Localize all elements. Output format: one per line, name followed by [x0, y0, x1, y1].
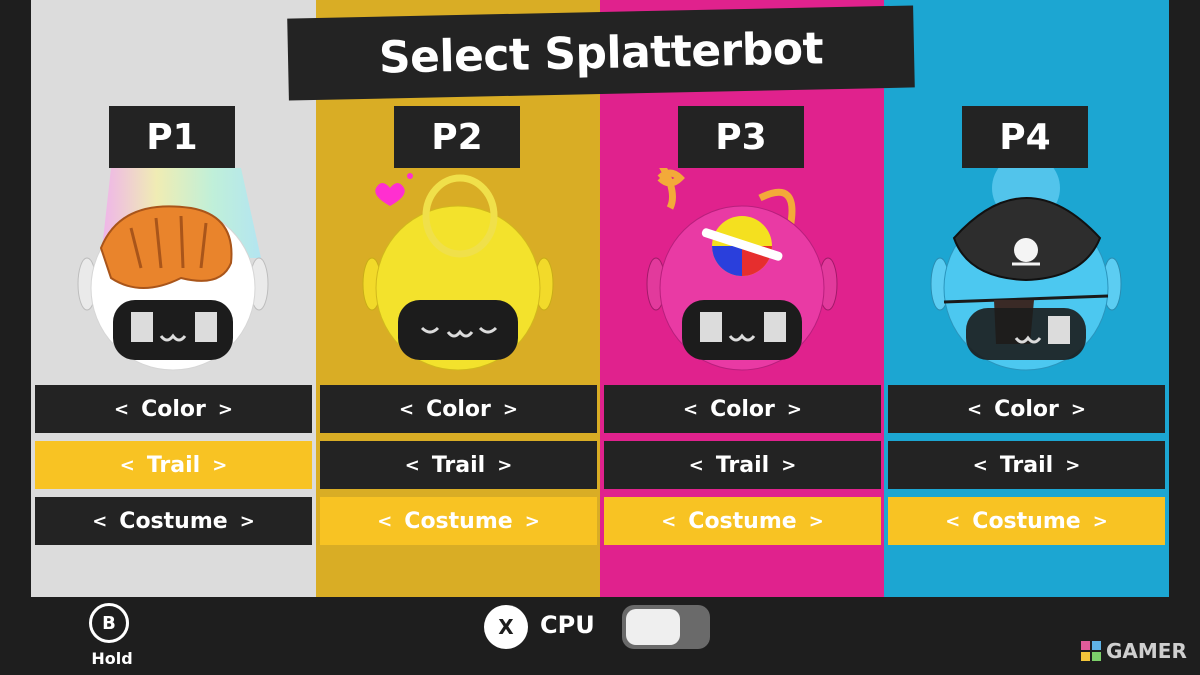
- left-arrow-icon[interactable]: <: [689, 455, 704, 476]
- left-arrow-icon[interactable]: <: [405, 455, 420, 476]
- trail-option[interactable]: < Trail >: [888, 441, 1165, 489]
- x-button-icon[interactable]: X: [484, 605, 528, 649]
- title-banner: Select Splatterbot: [287, 5, 915, 101]
- right-arrow-icon[interactable]: >: [781, 455, 796, 476]
- right-arrow-icon[interactable]: >: [1093, 511, 1108, 532]
- color-option[interactable]: < Color >: [320, 385, 597, 433]
- cpu-toggle[interactable]: [622, 605, 710, 649]
- watermark: GAMER: [1080, 639, 1187, 663]
- splatterbot-p1[interactable]: [71, 168, 275, 380]
- left-arrow-icon[interactable]: <: [399, 399, 414, 420]
- splatterbot-p2[interactable]: [356, 168, 560, 380]
- right-arrow-icon[interactable]: >: [503, 399, 518, 420]
- trail-option[interactable]: < Trail >: [35, 441, 312, 489]
- splatterbot-p4[interactable]: [924, 168, 1128, 380]
- b-button-icon[interactable]: B: [89, 603, 129, 643]
- left-arrow-icon[interactable]: <: [92, 511, 107, 532]
- heart-icon: [375, 183, 405, 206]
- player-label: P4: [962, 106, 1088, 168]
- right-arrow-icon[interactable]: >: [240, 511, 255, 532]
- player-label: P1: [109, 106, 235, 168]
- costume-option[interactable]: < Costume >: [604, 497, 881, 545]
- left-arrow-icon[interactable]: <: [683, 399, 698, 420]
- left-arrow-icon[interactable]: <: [945, 511, 960, 532]
- left-arrow-icon[interactable]: <: [967, 399, 982, 420]
- costume-option[interactable]: < Costume >: [320, 497, 597, 545]
- color-option[interactable]: < Color >: [888, 385, 1165, 433]
- trail-option[interactable]: < Trail >: [320, 441, 597, 489]
- right-arrow-icon[interactable]: >: [218, 399, 233, 420]
- right-arrow-icon[interactable]: >: [525, 511, 540, 532]
- right-arrow-icon[interactable]: >: [212, 455, 227, 476]
- player-label: P2: [394, 106, 520, 168]
- page-title: Select Splatterbot: [378, 22, 824, 84]
- left-arrow-icon[interactable]: <: [973, 455, 988, 476]
- left-arrow-icon[interactable]: <: [120, 455, 135, 476]
- color-option[interactable]: < Color >: [35, 385, 312, 433]
- watermark-text: GAMER: [1106, 639, 1187, 663]
- color-option[interactable]: < Color >: [604, 385, 881, 433]
- costume-option[interactable]: < Costume >: [35, 497, 312, 545]
- hold-label: Hold: [91, 649, 133, 668]
- splatterbot-p3[interactable]: [640, 168, 844, 380]
- costume-option[interactable]: < Costume >: [888, 497, 1165, 545]
- cpu-label: CPU: [540, 611, 595, 639]
- left-arrow-icon[interactable]: <: [114, 399, 129, 420]
- gamer-logo-icon: [1081, 641, 1101, 661]
- trail-option[interactable]: < Trail >: [604, 441, 881, 489]
- left-arrow-icon[interactable]: <: [377, 511, 392, 532]
- right-arrow-icon[interactable]: >: [1071, 399, 1086, 420]
- left-arrow-icon[interactable]: <: [661, 511, 676, 532]
- right-arrow-icon[interactable]: >: [787, 399, 802, 420]
- player-label: P3: [678, 106, 804, 168]
- player-panel-p4: P4 < Color > < Trail > < Costume >: [884, 0, 1169, 597]
- right-arrow-icon[interactable]: >: [497, 455, 512, 476]
- right-arrow-icon[interactable]: >: [1065, 455, 1080, 476]
- right-arrow-icon[interactable]: >: [809, 511, 824, 532]
- player-panel-p1: P1 < Color > < Trail > < Costume >: [31, 0, 316, 597]
- toggle-knob[interactable]: [626, 609, 680, 645]
- bottom-bar: B Hold X CPU GAMER: [0, 597, 1200, 675]
